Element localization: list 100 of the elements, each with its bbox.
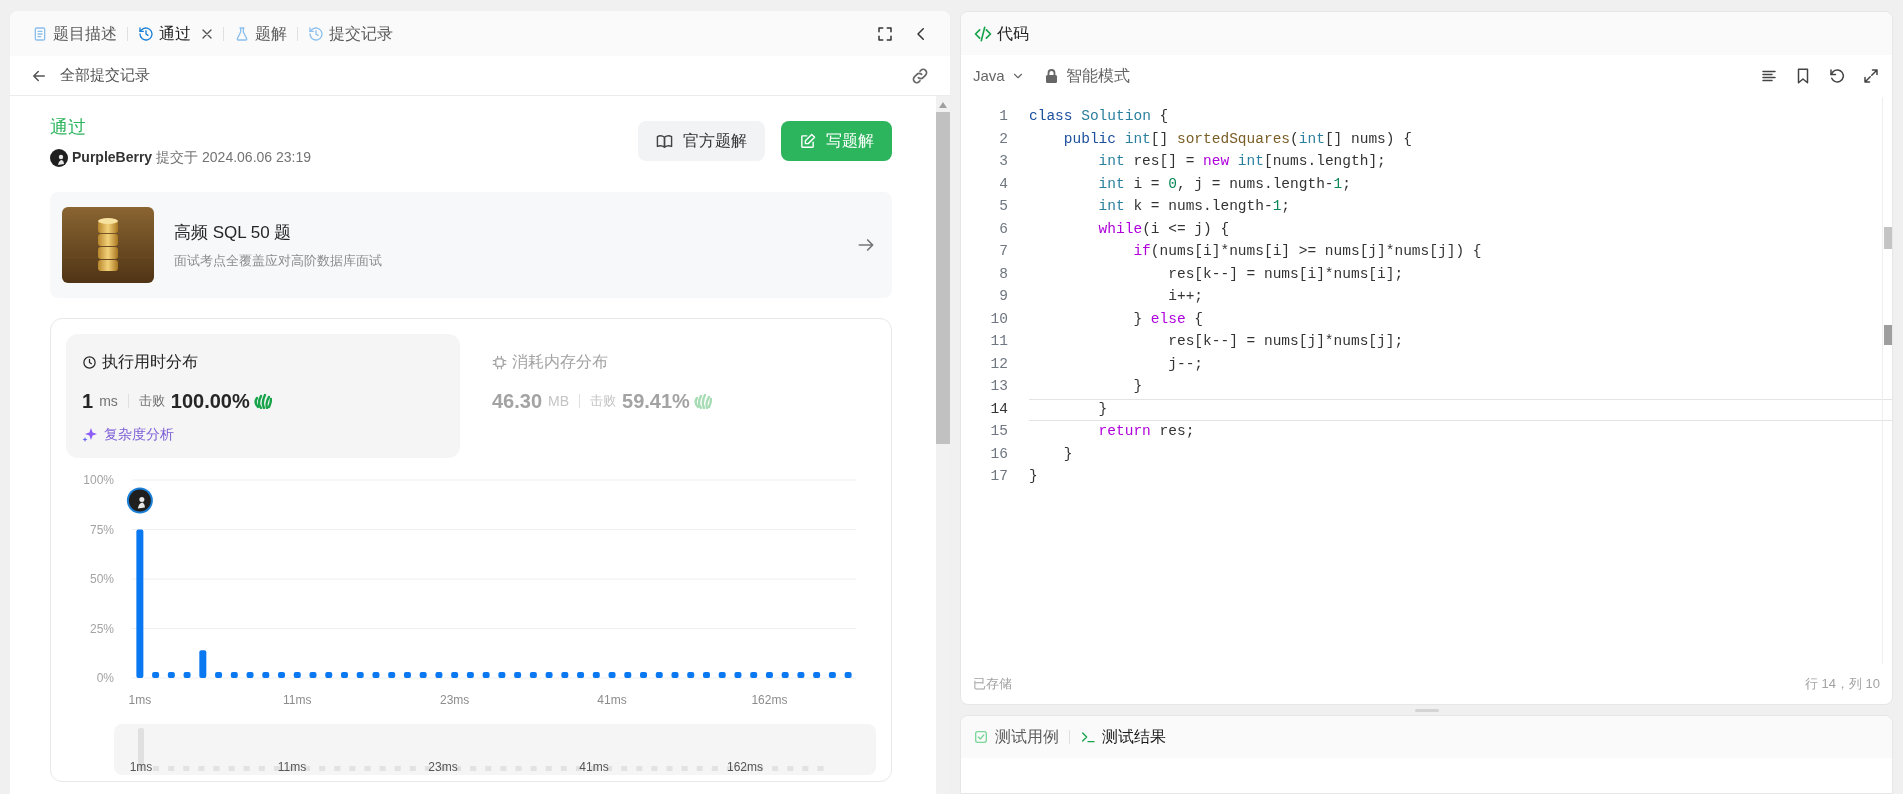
- fullscreen-icon[interactable]: [876, 24, 894, 43]
- cursor-position: 行 14，列 10: [1804, 675, 1880, 694]
- bar: [215, 672, 223, 678]
- line-number: 13: [989, 377, 1008, 397]
- back-link[interactable]: 全部提交记录: [60, 64, 150, 87]
- line-number: 8: [998, 264, 1008, 284]
- undo-icon[interactable]: [1828, 67, 1846, 85]
- bar: [152, 672, 160, 678]
- bar: [529, 672, 537, 678]
- language-dropdown[interactable]: Java: [973, 64, 1025, 88]
- line-number: 7: [998, 242, 1008, 262]
- bar: [293, 672, 301, 678]
- line-number: 12: [989, 354, 1008, 374]
- code-line: class Solution {: [1029, 107, 1170, 127]
- bar: [388, 672, 396, 678]
- bar: [466, 672, 474, 678]
- bar: [608, 672, 616, 678]
- mode-button[interactable]: 智能模式: [1044, 64, 1130, 88]
- user-name[interactable]: PurpleBerry: [72, 147, 153, 168]
- panel-title: 代码: [997, 23, 1029, 44]
- tab[interactable]: 测试结果: [1080, 725, 1166, 749]
- tab[interactable]: 题解: [232, 18, 289, 49]
- line-number: 5: [998, 197, 1008, 217]
- chip-icon: [492, 354, 507, 370]
- bar: [592, 672, 600, 678]
- stat-unit: ms: [99, 391, 118, 411]
- bar: [797, 672, 805, 678]
- flask-icon: [234, 25, 250, 42]
- axis-label: 162ms: [727, 760, 763, 774]
- bar: [278, 672, 285, 678]
- bar: [561, 672, 569, 678]
- tab[interactable]: 题目描述: [30, 18, 119, 49]
- line-number: 10: [989, 309, 1008, 329]
- bar: [419, 672, 427, 678]
- axis-label: 23ms: [440, 693, 470, 707]
- bar: [781, 672, 789, 678]
- course-card[interactable]: 高频 SQL 50 题 面试考点全覆盖应对高阶数据库面试: [50, 192, 892, 298]
- submission-time: 提交于 2024.06.06 23:19: [156, 148, 312, 167]
- axis-label: 1ms: [129, 760, 153, 774]
- stat-panel[interactable]: 执行用时分布 1 ms 击败 100.00% 复杂度分析: [66, 334, 460, 458]
- code-line: }: [1132, 377, 1144, 397]
- code-line: int k = nums.length-1;: [1097, 197, 1292, 217]
- beats-percent: 100.00%: [170, 389, 250, 414]
- bar: [718, 672, 726, 678]
- code-line: int res[] = new int[nums.length];: [1097, 152, 1387, 172]
- sparkle-icon: [82, 426, 98, 443]
- axis-label: 23ms: [428, 760, 458, 774]
- tab[interactable]: 测试用例: [973, 725, 1059, 749]
- bar: [341, 672, 348, 678]
- bar: [262, 672, 270, 678]
- code-line: return res;: [1097, 422, 1196, 442]
- stat-unit: MB: [548, 391, 570, 411]
- tab[interactable]: 通过: [136, 18, 193, 49]
- code-line: res[k--] = nums[i]*nums[i];: [1167, 264, 1405, 284]
- bar: [199, 650, 207, 678]
- bar: [750, 672, 758, 678]
- line-number: 16: [989, 444, 1008, 464]
- line-number: 3: [998, 152, 1008, 172]
- course-subtitle: 面试考点全覆盖应对高阶数据库面试: [174, 252, 383, 270]
- checkbox-icon: [973, 729, 989, 745]
- beats-label: 击败: [138, 392, 165, 411]
- clock-icon: [82, 354, 97, 370]
- axis-label: 11ms: [283, 693, 312, 707]
- bar: [734, 672, 742, 678]
- terminal-icon: [1080, 729, 1096, 745]
- line-number: 4: [998, 174, 1008, 194]
- line-number: 1: [998, 107, 1008, 127]
- tab[interactable]: 提交记录: [306, 18, 395, 49]
- code-line: while(i <= j) {: [1097, 219, 1231, 239]
- solution-button[interactable]: 官方题解: [638, 121, 765, 161]
- stat-title: 消耗内存分布: [512, 352, 608, 372]
- code-line: }: [1029, 398, 1892, 421]
- expand-icon[interactable]: [1862, 67, 1880, 85]
- bar: [325, 672, 333, 678]
- line-number: 11: [989, 332, 1008, 352]
- line-number: 9: [998, 287, 1008, 307]
- lock-icon: [1044, 69, 1058, 83]
- line-number: 2: [998, 129, 1008, 149]
- stat-value: 1: [82, 389, 94, 414]
- axis-label: 75%: [89, 522, 114, 537]
- code-line: j--;: [1167, 354, 1205, 374]
- code-line: }: [1062, 444, 1074, 464]
- axis-label: 25%: [89, 621, 114, 636]
- code-line: int i = 0, j = nums.length-1;: [1097, 174, 1352, 194]
- axis-label: 41ms: [597, 693, 627, 707]
- axis-label: 1ms: [128, 693, 152, 707]
- avatar: [50, 148, 68, 167]
- bar: [577, 672, 585, 678]
- code-line: }: [1029, 467, 1039, 487]
- stat-value: 46.30: [492, 389, 543, 414]
- stat-title: 执行用时分布: [102, 352, 198, 372]
- bar: [514, 672, 522, 678]
- bar: [246, 672, 254, 678]
- avatar-marker: [126, 487, 153, 514]
- clap-icon: [693, 393, 712, 409]
- analysis-link[interactable]: 复杂度分析: [82, 424, 444, 445]
- bar: [372, 672, 380, 678]
- axis-label: 11ms: [277, 760, 307, 774]
- course-title: 高频 SQL 50 题: [174, 221, 293, 244]
- bar: [230, 672, 238, 678]
